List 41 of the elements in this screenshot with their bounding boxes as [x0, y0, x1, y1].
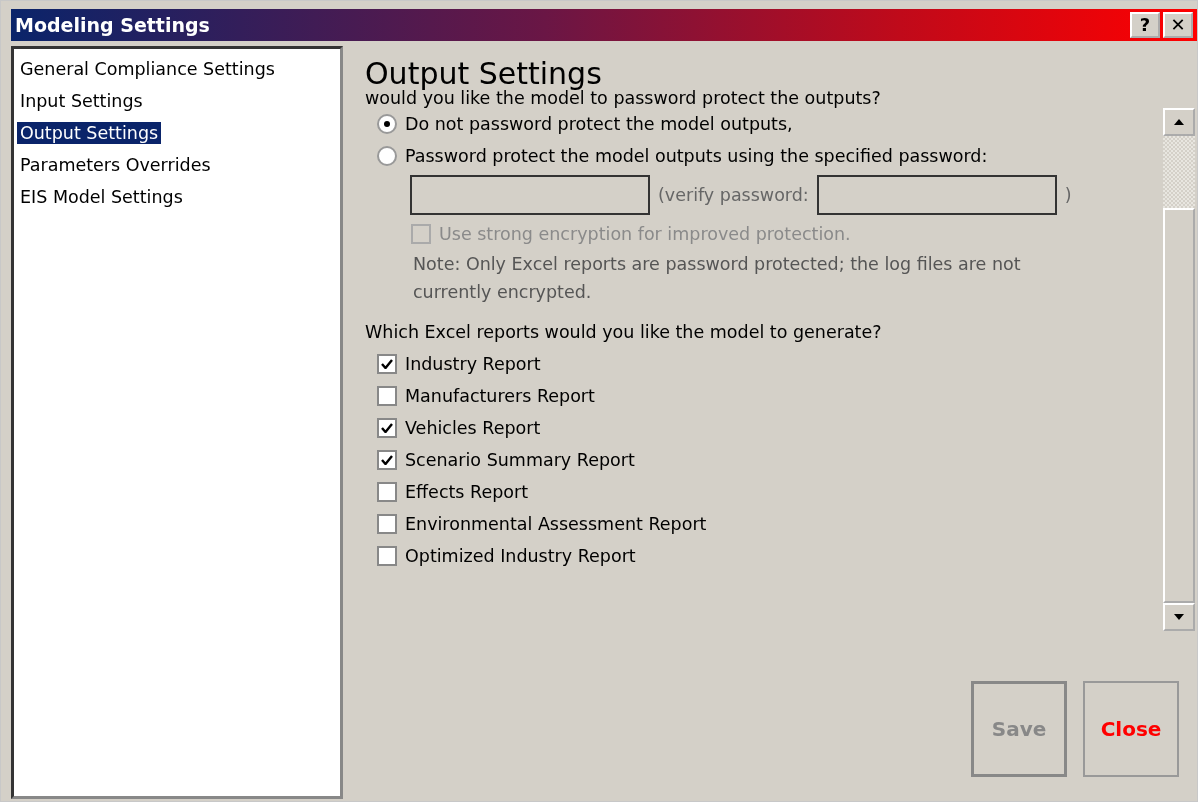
scrollbar-thumb[interactable] — [1163, 208, 1195, 603]
sidebar-item[interactable]: Input Settings — [17, 90, 146, 112]
checkbox-label: Use strong encryption for improved protection. — [439, 224, 851, 244]
checkbox-label: Industry Report — [405, 354, 541, 374]
checkbox[interactable] — [377, 418, 397, 438]
paren-text: ) — [1064, 185, 1072, 205]
checkbox[interactable] — [377, 450, 397, 470]
verify-password-field[interactable] — [816, 175, 1057, 215]
checkbox-label: Manufacturers Report — [405, 386, 595, 406]
radio-button[interactable] — [377, 146, 397, 166]
check-icon — [381, 359, 393, 369]
checkbox-label: Optimized Industry Report — [405, 546, 636, 566]
sidebar-item[interactable]: General Compliance Settings — [17, 58, 278, 80]
close-button[interactable]: ✕ — [1163, 12, 1193, 38]
radio-label: Password protect the model outputs using the specified password: — [405, 146, 988, 166]
checkbox-label: Environmental Assessment Report — [405, 514, 707, 534]
check-icon — [381, 423, 393, 433]
radio-label: Do not password protect the model outputs, — [405, 114, 793, 134]
question-text: Which Excel reports would you like the model to generate? — [365, 321, 883, 344]
sidebar-item[interactable]: EIS Model Settings — [17, 186, 186, 208]
checkbox[interactable] — [377, 546, 397, 566]
checkbox[interactable] — [377, 482, 397, 502]
radio-button[interactable] — [377, 114, 397, 134]
up-arrow-icon — [1173, 118, 1185, 126]
checkbox[interactable] — [377, 514, 397, 534]
checkbox-label: Effects Report — [405, 482, 529, 502]
check-icon — [381, 455, 393, 465]
sidebar-item[interactable]: Parameters Overrides — [17, 154, 214, 176]
checkbox-label: Scenario Summary Report — [405, 450, 635, 470]
section-heading: Output Settings — [365, 56, 603, 91]
note-text: Note: Only Excel reports are password protected; the log files are not currently encrypted. — [412, 253, 1022, 304]
down-arrow-icon — [1173, 613, 1185, 621]
scroll-up-button[interactable] — [1163, 108, 1195, 136]
help-button[interactable]: ? — [1130, 12, 1160, 38]
checkbox[interactable] — [377, 386, 397, 406]
verify-label: (verify password: — [658, 185, 809, 205]
scroll-down-button[interactable] — [1163, 603, 1195, 631]
sidebar-item[interactable]: Output Settings — [17, 122, 162, 144]
checkbox[interactable] — [377, 354, 397, 374]
checkbox-label: Vehicles Report — [405, 418, 541, 438]
window-title: Modeling Settings — [15, 14, 210, 36]
